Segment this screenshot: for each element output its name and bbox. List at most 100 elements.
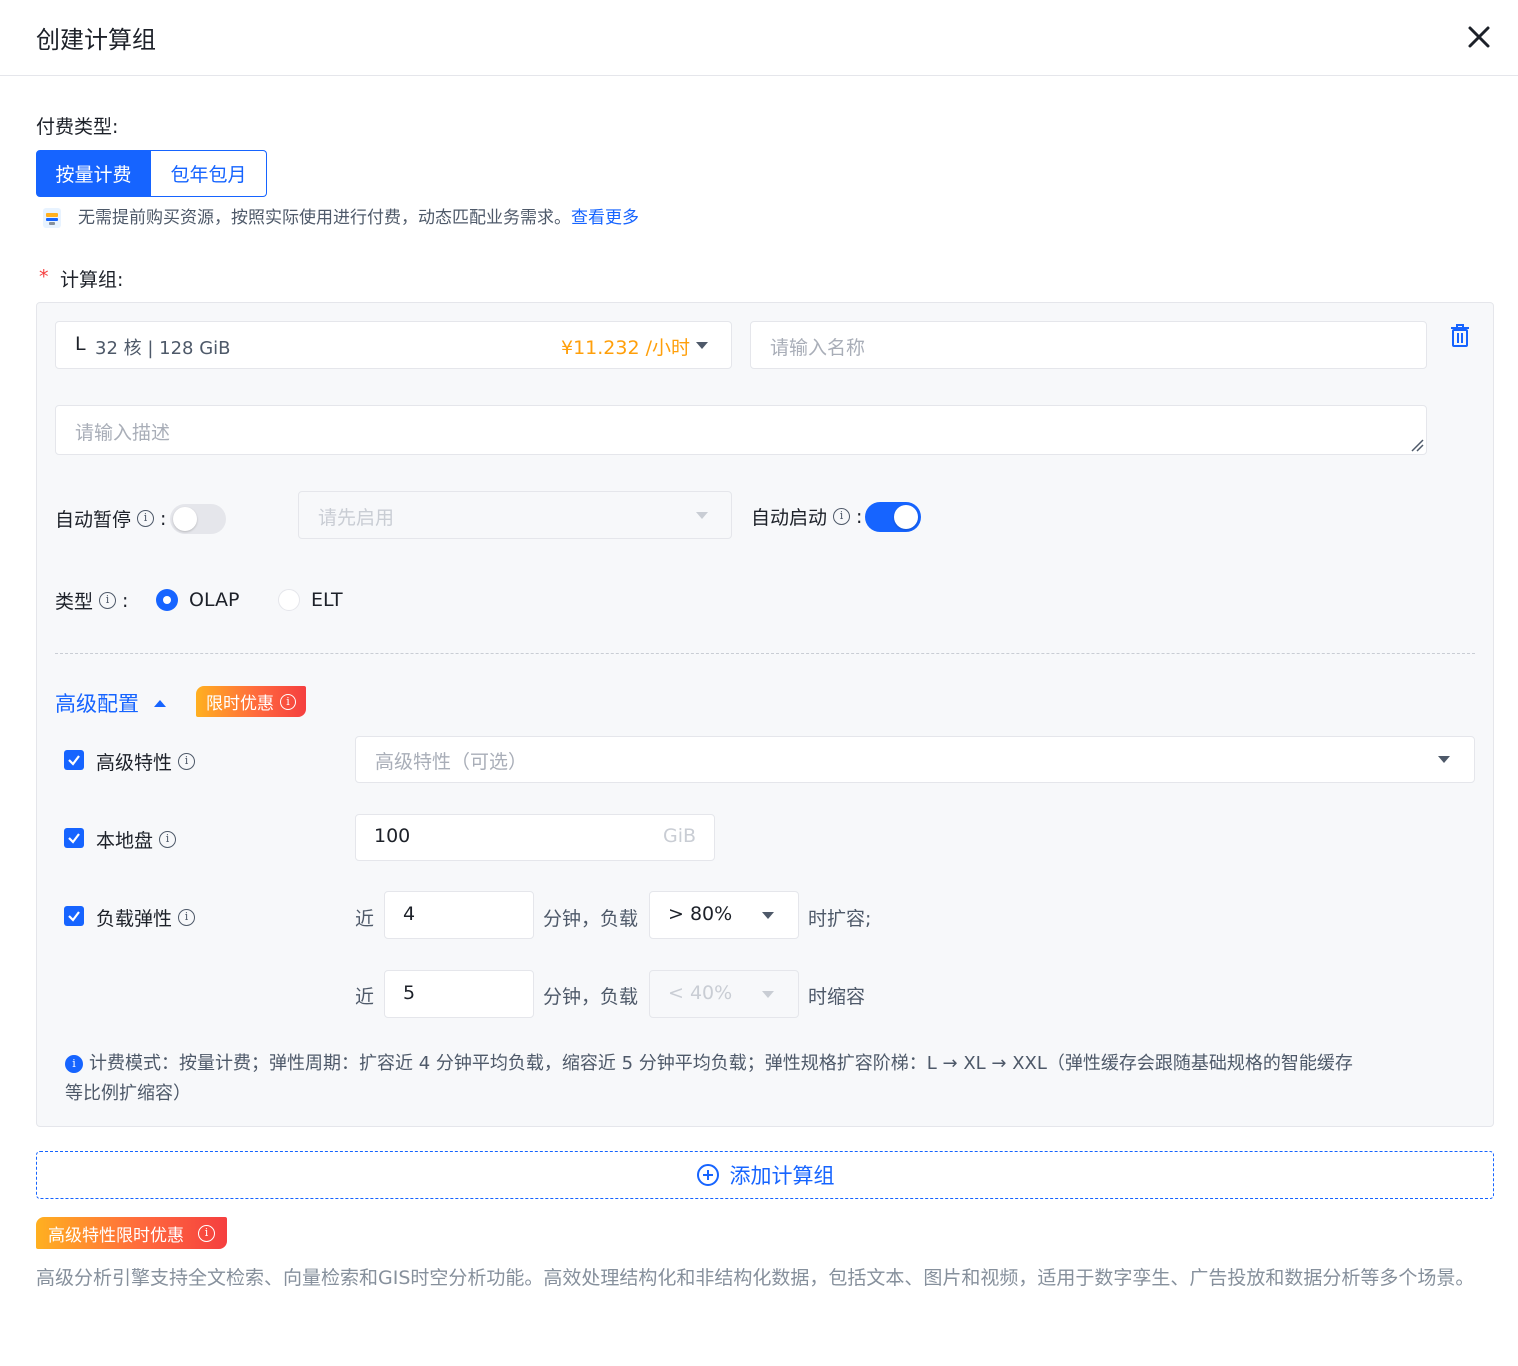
scale-out-threshold-select[interactable]: > 80% — [649, 891, 799, 939]
auto-pause-switch[interactable] — [170, 504, 226, 534]
limited-offer-badge[interactable]: 限时优惠 i — [196, 686, 306, 717]
billing-tip-text: 无需提前购买资源，按照实际使用进行付费，动态匹配业务需求。 — [78, 208, 571, 228]
spec-detail: 32 核 | 128 GiB — [95, 338, 231, 359]
auto-pause-select[interactable]: 请先启用 — [298, 491, 732, 539]
billing-option-pay-as-you-go[interactable]: 按量计费 — [36, 150, 151, 197]
scale-out-minutes-input[interactable]: 4 — [384, 891, 534, 939]
add-compute-group-button[interactable]: 添加计算组 — [36, 1151, 1494, 1199]
limited-offer-label: 限时优惠 — [206, 694, 274, 714]
spec-size: L — [75, 333, 86, 355]
scale-in-mid: 分钟，负载 — [543, 986, 639, 1008]
auto-start-field: 自动启动 i : — [751, 503, 862, 530]
scale-in-threshold-select[interactable]: < 40% — [649, 970, 799, 1018]
scale-out-threshold: > 80% — [668, 903, 733, 925]
elasticity-checkbox[interactable] — [64, 906, 84, 926]
local-disk-label: 本地盘 — [96, 830, 154, 852]
local-disk-checkbox[interactable] — [64, 828, 84, 848]
spec-price: ¥11.232 /小时 — [561, 337, 691, 359]
radio-olap-label[interactable]: OLAP — [189, 589, 239, 611]
billing-note-text1: 计费模式：按量计费；弹性周期：扩容近 4 分钟平均负载，缩容近 5 分钟平均负载… — [89, 1053, 1353, 1074]
info-icon[interactable]: i — [137, 510, 155, 527]
scale-out-prefix: 近 — [355, 908, 375, 930]
scale-out-mid: 分钟，负载 — [543, 908, 639, 930]
local-disk-unit: GiB — [663, 825, 697, 847]
advanced-features-checkbox[interactable] — [64, 750, 84, 770]
type-colon: : — [122, 589, 129, 612]
switch-knob — [173, 507, 197, 531]
scale-out-suffix: 时扩容; — [808, 908, 872, 930]
type-label: 类型 — [55, 591, 94, 613]
add-compute-group-label: 添加计算组 — [729, 1164, 835, 1188]
scale-in-minutes-input[interactable]: 5 — [384, 970, 534, 1018]
local-disk-field: 本地盘 i — [96, 826, 177, 853]
advanced-features-select[interactable]: 高级特性（可选） — [355, 736, 1475, 783]
required-mark: * — [39, 266, 49, 288]
elasticity-label: 负载弹性 — [96, 908, 173, 930]
auto-pause-label: 自动暂停 — [55, 509, 132, 531]
scale-out-minutes: 4 — [403, 903, 416, 925]
auto-pause-colon: : — [160, 507, 167, 530]
billing-note-line2: 等比例扩缩容） — [65, 1083, 191, 1104]
elasticity-field: 负载弹性 i — [96, 904, 196, 931]
auto-pause-select-placeholder: 请先启用 — [318, 507, 395, 529]
radio-dot — [163, 596, 171, 604]
tip-icon — [40, 205, 64, 231]
chevron-down-icon — [1438, 756, 1450, 763]
auto-start-label: 自动启动 — [751, 507, 828, 529]
scale-in-suffix: 时缩容 — [808, 986, 866, 1008]
radio-elt-label[interactable]: ELT — [311, 589, 343, 611]
advanced-config-toggle[interactable]: 高级配置 — [55, 688, 167, 718]
local-disk-value: 100 — [374, 825, 411, 847]
divider — [55, 653, 1475, 654]
info-icon[interactable]: i — [178, 753, 196, 770]
trash-icon[interactable] — [1449, 323, 1471, 349]
compute-group-panel: L 32 核 | 128 GiB ¥11.232 /小时 请输入名称 请输入描述… — [36, 302, 1494, 1127]
resize-handle-icon[interactable] — [1410, 438, 1424, 452]
advanced-config-label: 高级配置 — [55, 692, 139, 716]
auto-start-switch[interactable] — [865, 502, 921, 532]
chevron-down-icon — [696, 342, 708, 349]
info-icon[interactable]: i — [99, 592, 117, 609]
chevron-down-icon — [762, 991, 774, 998]
info-icon[interactable]: i — [833, 508, 851, 525]
chevron-up-icon — [154, 700, 166, 707]
close-icon[interactable] — [1464, 22, 1494, 52]
chevron-down-icon — [696, 512, 708, 519]
billing-tip: 无需提前购买资源，按照实际使用进行付费，动态匹配业务需求。查看更多 — [78, 203, 639, 228]
check-icon — [68, 911, 80, 922]
switch-knob — [894, 505, 918, 529]
billing-option-subscription[interactable]: 包年包月 — [151, 150, 267, 197]
promo-description: 高级分析引擎支持全文检索、向量检索和GIS时空分析功能。高效处理结构化和非结构化… — [36, 1267, 1475, 1289]
promo-badge[interactable]: 高级特性限时优惠 i — [36, 1217, 227, 1249]
billing-note-line1: i 计费模式：按量计费；弹性周期：扩容近 4 分钟平均负载，缩容近 5 分钟平均负… — [65, 1049, 1475, 1079]
auto-start-colon: : — [856, 505, 863, 528]
dialog-header: 创建计算组 — [0, 0, 1518, 76]
name-placeholder: 请输入名称 — [770, 337, 866, 359]
scale-in-minutes: 5 — [403, 982, 416, 1004]
radio-olap[interactable] — [156, 589, 178, 611]
check-icon — [68, 755, 80, 766]
plus-circle-icon — [696, 1164, 719, 1186]
scale-in-threshold: < 40% — [668, 982, 733, 1004]
promo-badge-label: 高级特性限时优惠 — [48, 1225, 184, 1246]
spec-select[interactable]: L 32 核 | 128 GiB ¥11.232 /小时 — [55, 321, 732, 369]
description-placeholder: 请输入描述 — [75, 422, 171, 444]
radio-elt[interactable] — [278, 589, 300, 611]
compute-group-label: 计算组: — [60, 269, 124, 291]
info-icon[interactable]: i — [159, 831, 177, 848]
billing-type-label: 付费类型: — [36, 116, 119, 138]
name-input[interactable]: 请输入名称 — [750, 321, 1427, 369]
dialog-title: 创建计算组 — [36, 26, 156, 54]
chevron-down-icon — [762, 912, 774, 919]
check-icon — [68, 833, 80, 844]
local-disk-input[interactable]: 100 GiB — [355, 814, 715, 861]
scale-in-prefix: 近 — [355, 986, 375, 1008]
advanced-features-placeholder: 高级特性（可选） — [375, 751, 528, 773]
description-textarea[interactable]: 请输入描述 — [55, 405, 1427, 455]
see-more-link[interactable]: 查看更多 — [571, 208, 639, 228]
info-icon: i — [65, 1055, 83, 1073]
info-icon[interactable]: i — [178, 909, 196, 926]
billing-note: i 计费模式：按量计费；弹性周期：扩容近 4 分钟平均负载，缩容近 5 分钟平均负… — [65, 1049, 1475, 1109]
type-field: 类型 i : — [55, 587, 128, 614]
auto-pause-field: 自动暂停 i : — [55, 505, 166, 532]
